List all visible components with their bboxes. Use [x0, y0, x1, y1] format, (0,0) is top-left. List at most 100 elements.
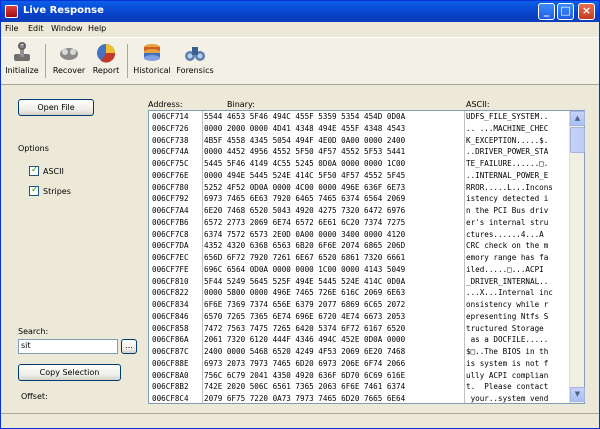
- menu-window[interactable]: Window: [51, 24, 83, 33]
- row-binary[interactable]: 2079 6F75 7220 0A73 7973 7465 6D20 7665 …: [204, 393, 466, 403]
- forensics-label: Forensics: [176, 66, 214, 75]
- row-ascii[interactable]: RROR.....L...Incons: [466, 182, 574, 194]
- row-ascii[interactable]: tructured Storage: [466, 323, 574, 335]
- close-button[interactable]: ×: [578, 3, 595, 20]
- scroll-down-icon[interactable]: ▼: [570, 387, 585, 402]
- row-address[interactable]: 006CF75C: [152, 158, 201, 170]
- row-binary[interactable]: 4B5F 4558 4345 5054 494F 4E0D 0A00 0000 …: [204, 135, 466, 147]
- row-binary[interactable]: 0000 2000 0000 4D41 4348 494E 455F 4348 …: [204, 123, 466, 135]
- vertical-scrollbar[interactable]: ▲ ▼: [569, 111, 585, 403]
- row-binary[interactable]: 5544 4653 5F46 494C 455F 5359 5354 454D …: [204, 111, 466, 123]
- row-address[interactable]: 006CF792: [152, 193, 201, 205]
- row-ascii[interactable]: er's internal stru: [466, 217, 574, 229]
- maximize-button[interactable]: □: [557, 3, 574, 20]
- row-binary[interactable]: 6F6E 7369 7374 656E 6379 2077 6869 6C65 …: [204, 299, 466, 311]
- row-ascii[interactable]: ...X...Internal inc: [466, 287, 574, 299]
- ascii-checkbox[interactable]: ✓: [29, 165, 39, 176]
- row-binary[interactable]: 2400 0000 5468 6520 4249 4F53 2069 6E20 …: [204, 346, 466, 358]
- row-binary[interactable]: 6374 7572 6573 2E0D 0A00 0000 3400 0000 …: [204, 229, 466, 241]
- menu-help[interactable]: Help: [88, 24, 106, 33]
- row-binary[interactable]: 696C 6564 0D0A 0000 0000 1C00 0000 4143 …: [204, 264, 466, 276]
- menu-file[interactable]: File: [5, 24, 18, 33]
- row-ascii[interactable]: iled.....□...ACPI: [466, 264, 574, 276]
- row-ascii[interactable]: _DRIVER_INTERNAL..: [466, 276, 574, 288]
- row-binary[interactable]: 756C 6C79 2041 4350 4920 636F 6D70 6C69 …: [204, 370, 466, 382]
- hex-view[interactable]: 006CF714 006CF726 006CF738 006CF74A 006CF75C…: [148, 110, 585, 404]
- minimize-button[interactable]: _: [538, 3, 555, 20]
- row-address[interactable]: 006CF714: [152, 111, 201, 123]
- row-ascii[interactable]: ..DRIVER_POWER_STA: [466, 146, 574, 158]
- row-address[interactable]: 006CF74A: [152, 146, 201, 158]
- report-button[interactable]: Report: [90, 40, 122, 82]
- row-binary[interactable]: 6572 2773 2069 6E74 6572 6E61 6C20 7374 …: [204, 217, 466, 229]
- row-address[interactable]: 006CF822: [152, 287, 201, 299]
- row-address[interactable]: 006CF858: [152, 323, 201, 335]
- row-binary[interactable]: 4352 4320 6368 6563 6B20 6F6E 2074 6865 …: [204, 240, 466, 252]
- menu-edit[interactable]: Edit: [28, 24, 44, 33]
- row-binary[interactable]: 6E20 7468 6520 5043 4920 4275 7320 6472 …: [204, 205, 466, 217]
- row-address[interactable]: 006CF846: [152, 311, 201, 323]
- scroll-thumb[interactable]: [570, 127, 585, 153]
- row-address[interactable]: 006CF780: [152, 182, 201, 194]
- row-ascii[interactable]: $□..The BIOS in th: [466, 346, 574, 358]
- row-address[interactable]: 006CF7C8: [152, 229, 201, 241]
- row-address[interactable]: 006CF738: [152, 135, 201, 147]
- row-binary[interactable]: 7472 7563 7475 7265 6420 5374 6F72 6167 …: [204, 323, 466, 335]
- row-ascii[interactable]: t. Please contact: [466, 381, 574, 393]
- row-address[interactable]: 006CF7FE: [152, 264, 201, 276]
- title-bar[interactable]: Live Response _ □ ×: [1, 1, 599, 22]
- row-ascii[interactable]: emory range has fa: [466, 252, 574, 264]
- row-binary[interactable]: 0000 494E 5445 524E 414C 5F50 4F57 4552 …: [204, 170, 466, 182]
- stripes-checkbox[interactable]: ✓: [29, 185, 39, 196]
- row-ascii[interactable]: CRC check on the m: [466, 240, 574, 252]
- row-address[interactable]: 006CF7DA: [152, 240, 201, 252]
- row-ascii[interactable]: onsistency while r: [466, 299, 574, 311]
- scroll-up-icon[interactable]: ▲: [570, 111, 585, 126]
- row-ascii[interactable]: as a DOCFILE.....: [466, 334, 574, 346]
- row-ascii[interactable]: TE_FAILURE......□.: [466, 158, 574, 170]
- row-address[interactable]: 006CF87C: [152, 346, 201, 358]
- row-ascii[interactable]: istency detected i: [466, 193, 574, 205]
- row-ascii[interactable]: ..INTERNAL_POWER_E: [466, 170, 574, 182]
- historical-button[interactable]: Historical: [132, 40, 172, 82]
- row-binary[interactable]: 5445 5F46 4149 4C55 5245 0D0A 0000 0000 …: [204, 158, 466, 170]
- row-ascii[interactable]: .. ...MACHINE_CHEC: [466, 123, 574, 135]
- row-binary[interactable]: 742E 2020 506C 6561 7365 2063 6F6E 7461 …: [204, 381, 466, 393]
- copy-selection-button[interactable]: Copy Selection: [18, 364, 121, 381]
- open-file-button[interactable]: Open File: [18, 99, 94, 116]
- row-address[interactable]: 006CF86A: [152, 334, 201, 346]
- recover-button[interactable]: Recover: [50, 40, 88, 82]
- row-binary[interactable]: 6973 2073 7973 7465 6D20 6973 206E 6F74 …: [204, 358, 466, 370]
- row-binary[interactable]: 5252 4F52 0D0A 0000 4C00 0000 496E 636F …: [204, 182, 466, 194]
- row-address[interactable]: 006CF88E: [152, 358, 201, 370]
- row-address[interactable]: 006CF810: [152, 276, 201, 288]
- row-ascii[interactable]: your..system vend: [466, 393, 574, 403]
- initialize-button[interactable]: Initialize: [4, 40, 40, 82]
- row-ascii[interactable]: epresenting Ntfs S: [466, 311, 574, 323]
- row-address[interactable]: 006CF7B6: [152, 217, 201, 229]
- row-ascii[interactable]: is system is not f: [466, 358, 574, 370]
- row-address[interactable]: 006CF726: [152, 123, 201, 135]
- row-ascii[interactable]: ctures......4...A: [466, 229, 574, 241]
- row-ascii[interactable]: ully ACPI complian: [466, 370, 574, 382]
- search-input[interactable]: sit: [18, 339, 118, 354]
- row-binary[interactable]: 0000 4452 4956 4552 5F50 4F57 4552 5F53 …: [204, 146, 466, 158]
- row-address[interactable]: 006CF7A4: [152, 205, 201, 217]
- row-ascii[interactable]: K_EXCEPTION.....$.: [466, 135, 574, 147]
- row-binary[interactable]: 5F44 5249 5645 525F 494E 5445 524E 414C …: [204, 276, 466, 288]
- row-binary[interactable]: 656D 6F72 7920 7261 6E67 6520 6861 7320 …: [204, 252, 466, 264]
- forensics-button[interactable]: Forensics: [175, 40, 215, 82]
- row-binary[interactable]: 2061 7320 6120 444F 4346 494C 452E 0D0A …: [204, 334, 466, 346]
- row-ascii[interactable]: UDFS_FILE_SYSTEM..: [466, 111, 574, 123]
- row-binary[interactable]: 6570 7265 7365 6E74 696E 6720 4E74 6673 …: [204, 311, 466, 323]
- row-binary[interactable]: 6973 7465 6E63 7920 6465 7465 6374 6564 …: [204, 193, 466, 205]
- row-ascii[interactable]: n the PCI Bus driv: [466, 205, 574, 217]
- row-address[interactable]: 006CF8B2: [152, 381, 201, 393]
- browse-button[interactable]: ...: [121, 339, 137, 354]
- row-address[interactable]: 006CF7EC: [152, 252, 201, 264]
- row-address[interactable]: 006CF834: [152, 299, 201, 311]
- row-binary[interactable]: 0000 5800 0000 496E 7465 726E 616C 2069 …: [204, 287, 466, 299]
- row-address[interactable]: 006CF8A0: [152, 370, 201, 382]
- row-address[interactable]: 006CF76E: [152, 170, 201, 182]
- row-address[interactable]: 006CF8C4: [152, 393, 201, 403]
